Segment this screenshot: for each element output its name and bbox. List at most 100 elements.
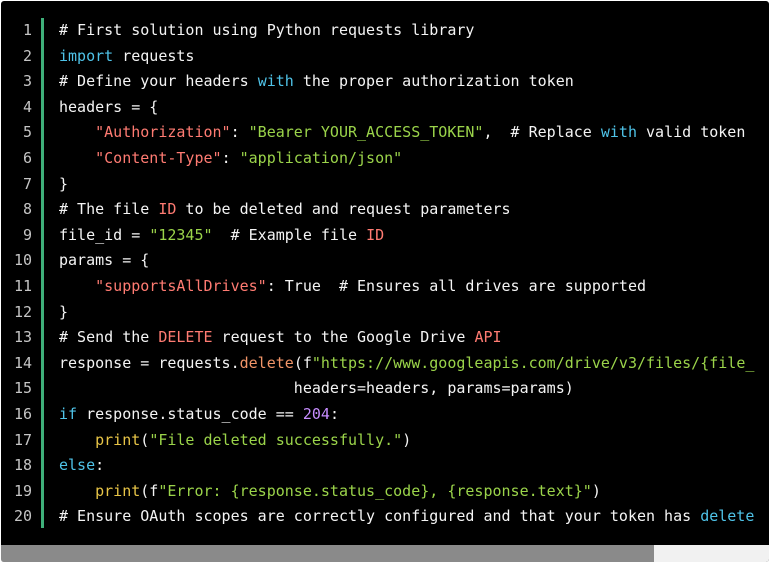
- code-token-string: "Bearer YOUR_ACCESS_TOKEN": [248, 123, 484, 142]
- line-number: 13: [13, 328, 32, 347]
- code-token-keyword: else: [59, 456, 96, 475]
- code-token-plain: ): [591, 481, 601, 500]
- code-token-comment: to be deleted and request parameters: [176, 200, 511, 219]
- code-token-string: "application/json": [239, 148, 403, 167]
- code-token-plain: headers = {: [59, 97, 159, 116]
- line-number: 7: [22, 174, 32, 193]
- code-token-comment: request to the Google Drive: [212, 328, 475, 347]
- code-token-comment: the proper authorization token: [293, 72, 574, 91]
- code-token-plain: valid token: [637, 123, 746, 142]
- code-token-builtin: print: [95, 430, 141, 449]
- code-token-plain: ): [402, 430, 412, 449]
- line-number: 14: [13, 353, 32, 372]
- code-line: params = {: [59, 248, 754, 274]
- code-token-fn: delete: [239, 353, 294, 372]
- code-line: "Content-Type": "application/json": [59, 146, 754, 172]
- code-token-plain: :: [95, 456, 105, 475]
- code-token-keyword: with: [600, 123, 637, 142]
- code-token-comment: # Define your headers: [59, 72, 258, 91]
- horizontal-scrollbar[interactable]: [1, 545, 769, 562]
- line-number: 12: [13, 302, 32, 321]
- line-number: 3: [22, 72, 32, 91]
- code-token-plain: response = requests.: [59, 353, 240, 372]
- code-token-number: 204: [302, 404, 330, 423]
- code-block: 1 2 3 4 5 6 7 8 9 10 11 12 13 14 15 16 17 18 19 20 # First …: [1, 1, 769, 562]
- code-token-string: "https://www.googleapis.com/drive/v3/fil…: [311, 353, 755, 372]
- page-frame: 1 2 3 4 5 6 7 8 9 10 11 12 13 14 15 16 17 18 19 20 # First …: [0, 0, 770, 563]
- code-line: "Authorization": "Bearer YOUR_ACCESS_TOK…: [59, 120, 754, 146]
- code-line: "supportsAllDrives": True # Ensures all …: [59, 274, 754, 300]
- line-number: 19: [13, 481, 32, 500]
- code-token-string: "12345": [149, 225, 213, 244]
- code-line: response = requests.delete(f"https://www…: [59, 351, 754, 377]
- code-token-hl: DELETE: [158, 328, 213, 347]
- code-token-builtin: print: [95, 481, 141, 500]
- code-token-plain: }: [59, 174, 69, 193]
- code-token-keyword: if: [59, 404, 78, 423]
- line-number: 5: [22, 123, 32, 142]
- gutter-divider: [41, 18, 44, 528]
- line-number: 1: [22, 21, 32, 39]
- line-number: 20: [13, 507, 32, 526]
- code-token-plain: :: [329, 404, 339, 423]
- line-number: 10: [13, 251, 32, 270]
- code-line: # The file ID to be deleted and request …: [59, 197, 754, 223]
- code-token-plain: headers=headers, params=params): [59, 379, 574, 398]
- code-token-plain: : True # Ensures all drives are supporte…: [266, 276, 647, 295]
- code-token-keyword: delete: [700, 507, 755, 526]
- code-line: # Send the DELETE request to the Google …: [59, 325, 754, 351]
- code-content: # First solution using Python requests l…: [59, 18, 754, 530]
- code-token-plain: (: [140, 430, 150, 449]
- line-number: 15: [13, 379, 32, 398]
- code-token-plain: # Example file: [212, 225, 367, 244]
- code-line: headers = {: [59, 95, 754, 121]
- code-line: headers=headers, params=params): [59, 376, 754, 402]
- line-number: 6: [22, 148, 32, 167]
- code-token-hl: API: [474, 328, 502, 347]
- code-line: print("File deleted successfully."): [59, 428, 754, 454]
- code-line: # Define your headers with the proper au…: [59, 69, 754, 95]
- code-token-plain: :: [221, 148, 240, 167]
- code-token-plain: params = {: [59, 251, 150, 270]
- code-line: }: [59, 172, 754, 198]
- code-token-plain: , # Replace: [483, 123, 601, 142]
- code-token-plain: file_id =: [59, 225, 150, 244]
- code-token-hl: ID: [158, 200, 177, 219]
- code-token-plain: :: [230, 123, 249, 142]
- code-token-plain: (f: [140, 481, 159, 500]
- line-number: 11: [13, 276, 32, 295]
- code-line: # Ensure OAuth scopes are correctly conf…: [59, 504, 754, 530]
- code-token-plain: }: [59, 302, 69, 321]
- code-token-keyword: with: [257, 72, 294, 91]
- code-token-key: "Content-Type": [95, 148, 222, 167]
- code-line: print(f"Error: {response.status_code}, {…: [59, 479, 754, 505]
- code-token-comment: # Ensure OAuth scopes are correctly conf…: [59, 507, 701, 526]
- code-token-comment: # The file: [59, 200, 159, 219]
- code-line: }: [59, 300, 754, 326]
- line-number: 9: [22, 225, 32, 244]
- line-number: 18: [13, 456, 32, 475]
- line-number: 8: [22, 200, 32, 219]
- line-number: 17: [13, 430, 32, 449]
- code-token-comment: # First solution using Python requests l…: [59, 21, 475, 39]
- code-token-key: "supportsAllDrives": [95, 276, 267, 295]
- code-token-plain: response.status_code ==: [77, 404, 303, 423]
- line-number: 2: [22, 46, 32, 65]
- scrollbar-thumb[interactable]: [1, 545, 654, 562]
- code-token-plain: (f: [293, 353, 312, 372]
- code-line: file_id = "12345" # Example file ID: [59, 223, 754, 249]
- code-line: # First solution using Python requests l…: [59, 18, 754, 44]
- code-token-string: "Error: {response.status_code}, {respons…: [158, 481, 592, 500]
- code-token-key: "Authorization": [95, 123, 231, 142]
- line-number-gutter: 1 2 3 4 5 6 7 8 9 10 11 12 13 14 15 16 17 18 19 20: [1, 18, 39, 530]
- line-number: 4: [22, 97, 32, 116]
- code-line: else:: [59, 453, 754, 479]
- code-token-plain: requests: [113, 46, 195, 65]
- code-token-keyword: import: [59, 46, 114, 65]
- code-token-comment: # Send the: [59, 328, 159, 347]
